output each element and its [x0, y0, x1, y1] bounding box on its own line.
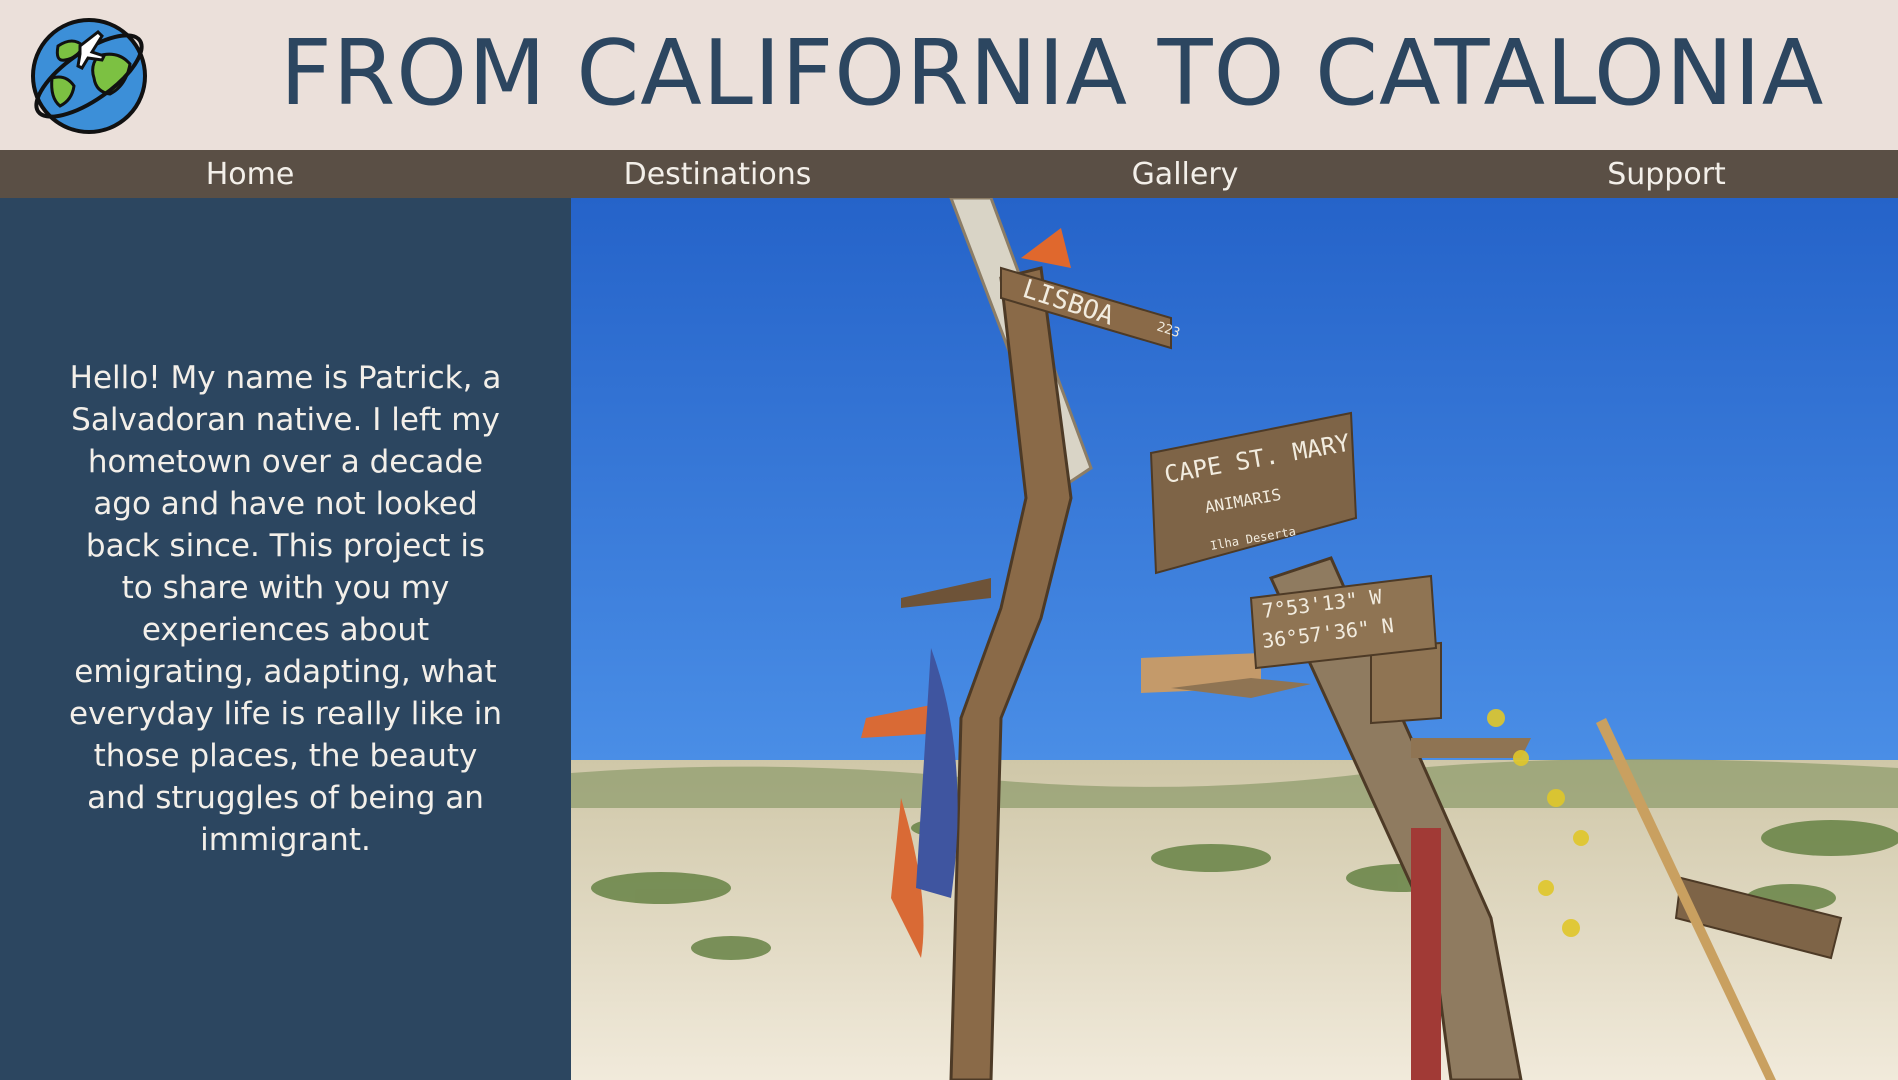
nav-home[interactable]: Home	[0, 157, 500, 192]
intro-text: Hello! My name is Patrick, a Salvadoran …	[69, 360, 502, 858]
intro-sidebar: Hello! My name is Patrick, a Salvadoran …	[0, 198, 571, 1080]
hero-photo: LISBOA 223 CAPE ST. MARY ANIMARIS Ilha D…	[571, 198, 1898, 1080]
main-nav: Home Destinations Gallery Support	[0, 150, 1898, 198]
nav-support[interactable]: Support	[1435, 157, 1898, 192]
site-title: FROM CALIFORNIA TO CATALONIA	[280, 21, 1825, 126]
globe-airplane-icon[interactable]	[28, 16, 150, 138]
main-content: Hello! My name is Patrick, a Salvadoran …	[0, 198, 1898, 1080]
nav-destinations[interactable]: Destinations	[500, 157, 935, 192]
site-header: FROM CALIFORNIA TO CATALONIA	[0, 0, 1898, 150]
nav-gallery[interactable]: Gallery	[935, 157, 1435, 192]
